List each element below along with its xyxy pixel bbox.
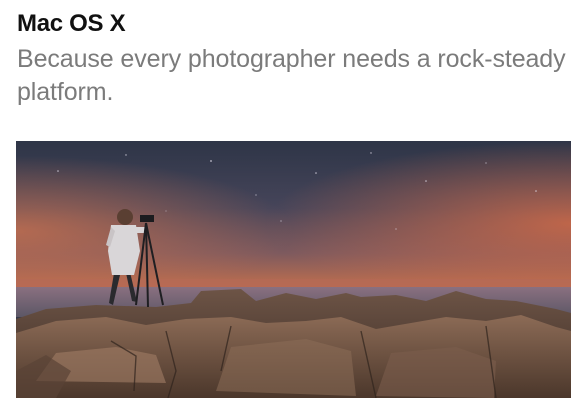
page-tagline: Because every photographer needs a rock-… xyxy=(17,45,566,106)
hero-photo xyxy=(16,141,571,398)
photographer-at-dusk-photo xyxy=(16,141,571,398)
page-title: Mac OS X xyxy=(17,10,126,37)
